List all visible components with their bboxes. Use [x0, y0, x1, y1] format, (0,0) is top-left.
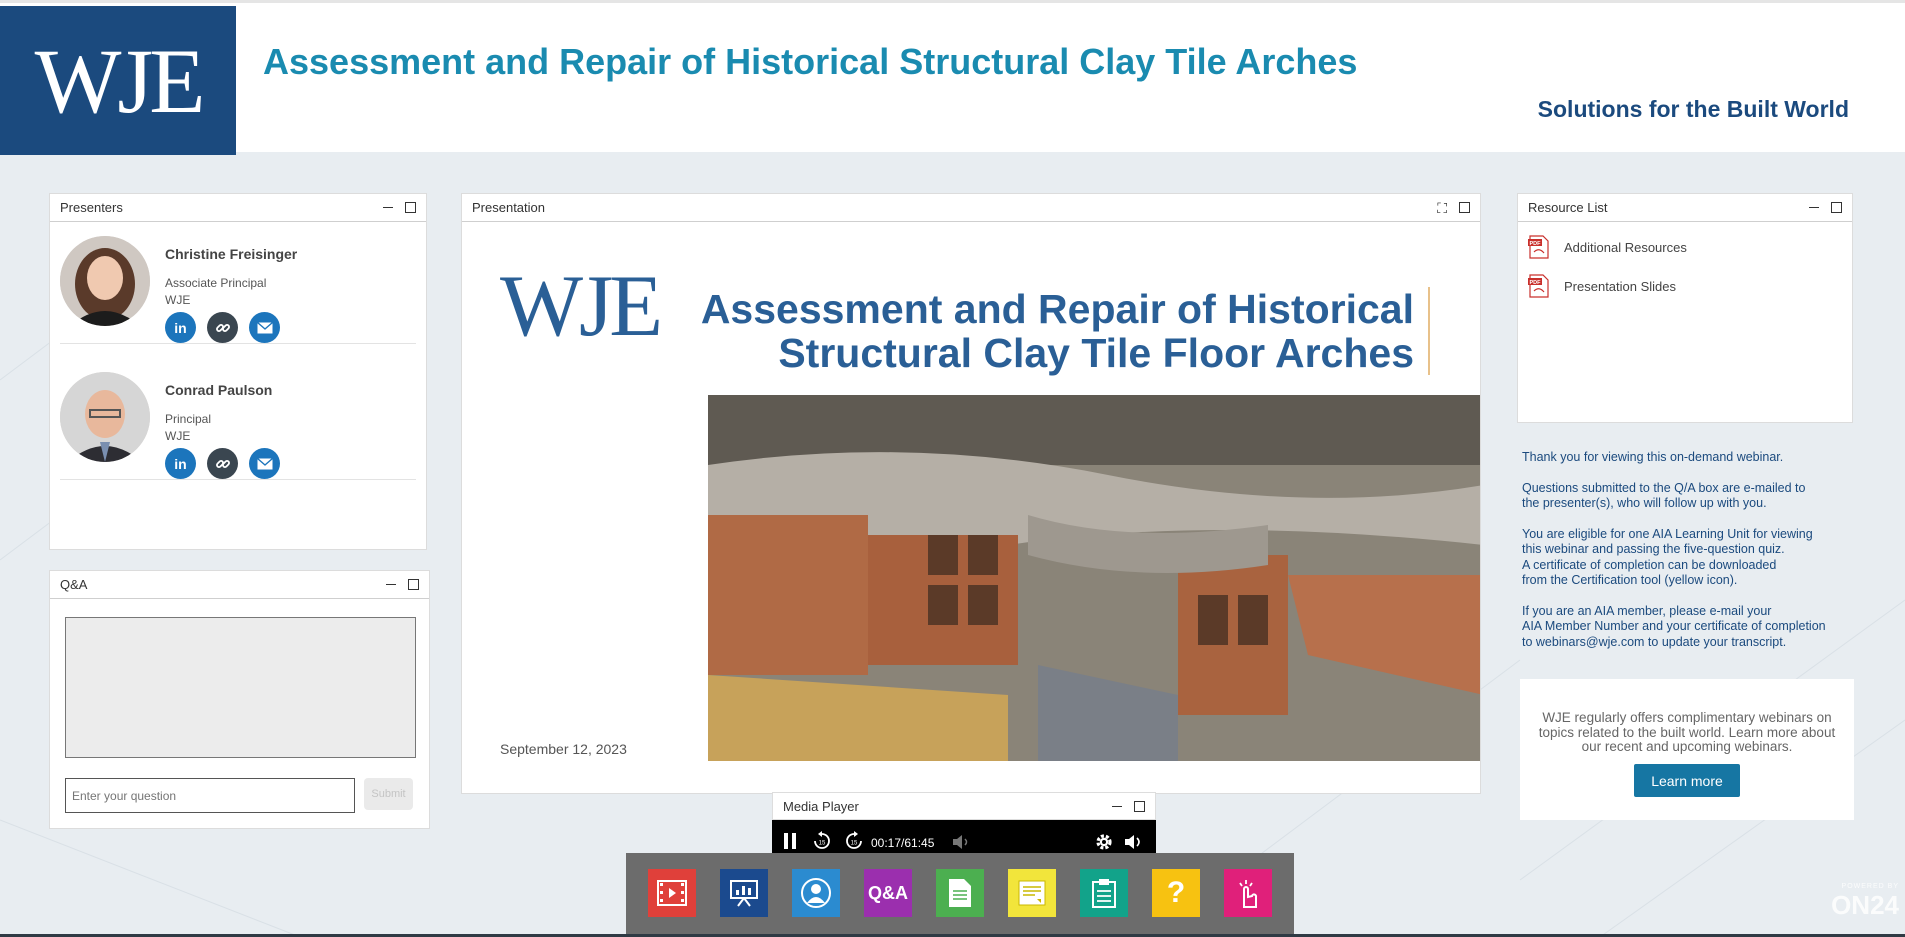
resource-item[interactable]: PDF Presentation Slides [1528, 274, 1676, 298]
panel-titlebar[interactable]: Resource List [1518, 194, 1852, 222]
submit-button[interactable]: Submit [364, 778, 413, 810]
minimize-icon[interactable] [386, 584, 396, 585]
svg-text:15: 15 [851, 841, 858, 847]
panel-title: Media Player [783, 798, 859, 814]
presenter-role: Principal [165, 412, 212, 426]
minimize-icon[interactable] [1112, 805, 1122, 807]
avatar [60, 236, 150, 326]
presenter-name: Conrad Paulson [165, 382, 273, 398]
certification-tool[interactable] [1080, 869, 1128, 917]
slide-title-line: Assessment and Repair of Historical [700, 286, 1414, 332]
email-icon[interactable] [249, 312, 280, 343]
qa-history[interactable] [65, 617, 416, 758]
linkedin-icon[interactable]: in [165, 448, 196, 479]
resource-list-panel: Resource List PDF Additional Resources P… [1517, 193, 1853, 423]
qa-panel: Q&A Submit [49, 570, 430, 829]
page-title: Assessment and Repair of Historical Stru… [263, 41, 1358, 82]
question-input[interactable] [65, 778, 355, 813]
presenter-name: Christine Freisinger [165, 246, 298, 262]
maximize-icon[interactable] [408, 579, 419, 590]
time-readout: 00:17/61:45 [871, 836, 935, 850]
forward-icon[interactable]: 15 [844, 831, 864, 854]
maximize-icon[interactable] [1134, 800, 1145, 812]
presenters-panel: Presenters Christine Freisinger Associat… [49, 193, 427, 550]
slide: WJE Assessment and Repair of Historical … [462, 223, 1480, 793]
info-paragraph: Questions submitted to the Q/A box are e… [1522, 480, 1806, 511]
slide-date: September 12, 2023 [500, 741, 627, 757]
volume-icon[interactable] [1124, 833, 1144, 854]
slide-logo: WJE [500, 258, 663, 355]
panel-title: Q&A [60, 577, 88, 592]
minimize-icon[interactable] [383, 207, 393, 208]
avatar [60, 372, 150, 462]
svg-text:PDF: PDF [1530, 241, 1542, 247]
webinar-info: Thank you for viewing this on-demand web… [1522, 450, 1862, 665]
maximize-icon[interactable] [405, 202, 416, 213]
presenter-org: WJE [165, 429, 191, 443]
panel-title: Presenters [60, 200, 123, 215]
fullscreen-icon[interactable]: ⛶ [1437, 201, 1447, 215]
resources-tool[interactable] [936, 869, 984, 917]
panel-titlebar[interactable]: Presenters [50, 194, 426, 222]
resource-label: Presentation Slides [1564, 278, 1677, 294]
on24-logo: POWERED BY ON24 [1831, 883, 1899, 920]
minimize-icon[interactable] [1809, 207, 1819, 208]
maximize-icon[interactable] [1459, 202, 1470, 213]
panel-titlebar[interactable]: Media Player [772, 792, 1156, 820]
info-paragraph: You are eligible for one AIA Learning Un… [1522, 526, 1813, 588]
promo-text: WJE regularly offers complimentary webin… [1538, 710, 1836, 754]
link-icon[interactable] [207, 312, 238, 343]
presenter-card: Conrad Paulson Principal WJE in [60, 360, 416, 480]
link-icon[interactable] [207, 448, 238, 479]
pause-icon[interactable] [782, 832, 798, 853]
maximize-icon[interactable] [1831, 202, 1842, 213]
page-header: WJE Assessment and Repair of Historical … [0, 0, 1905, 155]
panel-title: Presentation [472, 200, 545, 215]
tagline: Solutions for the Built World [1537, 96, 1849, 122]
info-paragraph: If you are an AIA member, please e-mail … [1522, 603, 1826, 649]
survey-tool[interactable] [1224, 869, 1272, 917]
notes-tool[interactable] [1008, 869, 1056, 917]
presentation-panel: Presentation ⛶ WJE Assessment and Repair… [461, 193, 1481, 794]
mute-icon[interactable] [952, 833, 972, 854]
info-paragraph: Thank you for viewing this on-demand web… [1522, 450, 1784, 464]
panel-title: Resource List [1528, 200, 1608, 215]
svg-text:PDF: PDF [1530, 280, 1542, 286]
tool-dock: Q&A ? [626, 853, 1294, 935]
svg-text:15: 15 [819, 841, 826, 847]
slides-tool[interactable] [720, 869, 768, 917]
gear-icon[interactable] [1094, 832, 1114, 855]
presenter-role: Associate Principal [165, 276, 267, 290]
email-icon[interactable] [249, 448, 280, 479]
learn-more-button[interactable]: Learn more [1634, 764, 1740, 797]
resource-item[interactable]: PDF Additional Resources [1528, 235, 1687, 259]
qa-tool[interactable]: Q&A [864, 869, 912, 917]
slide-title-line: Structural Clay Tile Floor Arches [778, 330, 1414, 376]
slide-photo [708, 395, 1480, 761]
resource-label: Additional Resources [1564, 239, 1687, 255]
promo-box: WJE regularly offers complimentary webin… [1520, 679, 1854, 820]
panel-titlebar[interactable]: Q&A [50, 571, 429, 599]
pdf-icon: PDF [1528, 235, 1550, 259]
slide-title: Assessment and Repair of Historical Stru… [701, 287, 1430, 375]
pdf-icon: PDF [1528, 274, 1550, 298]
panel-titlebar[interactable]: Presentation ⛶ [462, 194, 1480, 222]
linkedin-icon[interactable]: in [165, 312, 196, 343]
presenters-tool[interactable] [792, 869, 840, 917]
presenter-org: WJE [165, 293, 191, 307]
presenter-card: Christine Freisinger Associate Principal… [60, 224, 416, 344]
rewind-icon[interactable]: 15 [812, 831, 832, 854]
brand-logo: WJE [0, 6, 236, 155]
media-player-tool[interactable] [648, 869, 696, 917]
help-tool[interactable]: ? [1152, 869, 1200, 917]
logo-text: WJE [34, 29, 206, 132]
